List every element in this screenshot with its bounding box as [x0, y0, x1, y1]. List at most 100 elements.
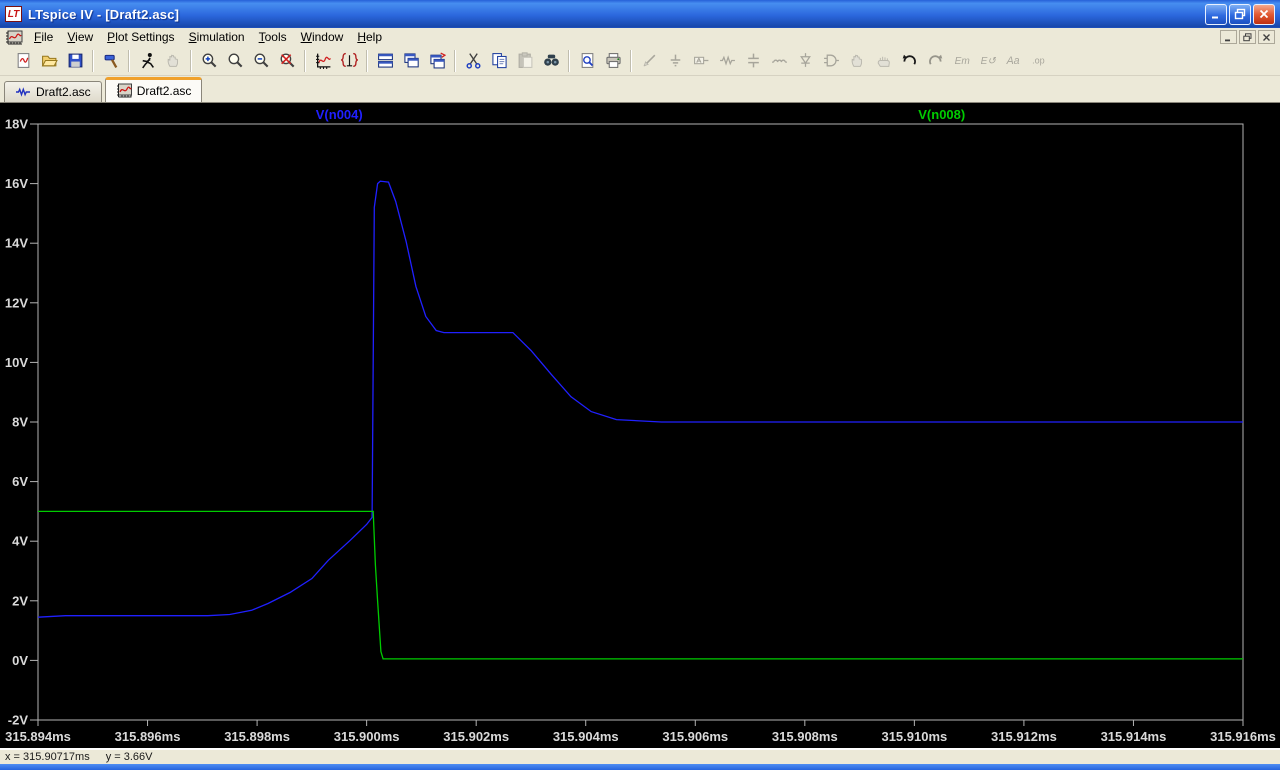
zoom-out-button[interactable]: [248, 49, 274, 73]
zoom-extents-icon: [279, 52, 296, 69]
control-panel-button[interactable]: [98, 49, 124, 73]
title-bar: LT LTspice IV - [Draft2.asc]: [0, 0, 1280, 28]
x-axis-tick-label: 315.898ms: [224, 729, 290, 744]
y-axis-tick-label: -2V: [8, 713, 29, 728]
toolbar-separator: [128, 50, 130, 72]
paste-button: [512, 49, 538, 73]
menu-plot-settings[interactable]: Plot Settings: [100, 29, 181, 46]
spice-directive-button: .op: [1026, 49, 1052, 73]
y-axis-tick-label: 10V: [5, 355, 28, 370]
cascade-windows-icon: [403, 52, 420, 69]
component-button: [818, 49, 844, 73]
x-axis-tick-label: 315.908ms: [772, 729, 838, 744]
cascade-windows-button[interactable]: [398, 49, 424, 73]
control-panel-icon: [103, 52, 120, 69]
tab-waveform-draft2-asc[interactable]: Draft2.asc: [105, 77, 203, 102]
y-axis-tick-label: 0V: [12, 653, 28, 668]
print-icon: [605, 52, 622, 69]
zoom-extents-button[interactable]: [274, 49, 300, 73]
x-axis-tick-label: 315.906ms: [662, 729, 728, 744]
open-button[interactable]: [36, 49, 62, 73]
trace-label-vn004[interactable]: V(n004): [316, 107, 363, 122]
print-preview-button[interactable]: [574, 49, 600, 73]
schematic-icon: [15, 84, 31, 100]
trace-label-vn008[interactable]: V(n008): [918, 107, 965, 122]
x-axis-tick-label: 315.900ms: [334, 729, 400, 744]
wire-button: [636, 49, 662, 73]
x-axis-tick-label: 315.916ms: [1210, 729, 1276, 744]
find-icon: [543, 52, 560, 69]
menu-window[interactable]: Window: [294, 29, 351, 46]
toolbar-separator: [304, 50, 306, 72]
tile-vertical-button[interactable]: [424, 49, 450, 73]
taskbar-strip: [0, 764, 1280, 770]
tab-label: Draft2.asc: [137, 84, 192, 98]
waveform-pane[interactable]: 18V16V14V12V10V8V6V4V2V0V-2V315.894ms315…: [0, 103, 1280, 748]
menu-tools[interactable]: Tools: [252, 29, 294, 46]
waveform-plot[interactable]: 18V16V14V12V10V8V6V4V2V0V-2V315.894ms315…: [0, 103, 1280, 748]
inductor-icon: [771, 52, 788, 69]
new-schematic-icon: [15, 52, 32, 69]
tile-horizontal-icon: [377, 52, 394, 69]
menu-help[interactable]: Help: [350, 29, 389, 46]
print-preview-icon: [579, 52, 596, 69]
x-axis-tick-label: 315.914ms: [1101, 729, 1167, 744]
cut-button[interactable]: [460, 49, 486, 73]
run-button[interactable]: [134, 49, 160, 73]
mdi-restore-button[interactable]: [1239, 30, 1256, 44]
save-button[interactable]: [62, 49, 88, 73]
toolbar-separator: [454, 50, 456, 72]
menu-view[interactable]: View: [60, 29, 100, 46]
tile-horizontal-button[interactable]: [372, 49, 398, 73]
tile-vertical-icon: [429, 52, 446, 69]
menu-simulation[interactable]: Simulation: [182, 29, 252, 46]
print-button[interactable]: [600, 49, 626, 73]
undo-icon: [901, 52, 918, 69]
copy-button[interactable]: [486, 49, 512, 73]
trace-vn004[interactable]: [38, 181, 1243, 617]
capacitor-icon: [745, 52, 762, 69]
toolbar-separator: [568, 50, 570, 72]
y-axis-tick-label: 14V: [5, 236, 28, 251]
drag-button: [870, 49, 896, 73]
mdi-minimize-button[interactable]: [1220, 30, 1237, 44]
cut-icon: [465, 52, 482, 69]
minimize-button[interactable]: [1205, 4, 1227, 25]
undo-button[interactable]: [896, 49, 922, 73]
autorange-y-button[interactable]: [310, 49, 336, 73]
open-icon: [41, 52, 58, 69]
diode-icon: [797, 52, 814, 69]
waveform-icon: [116, 83, 132, 99]
plot-settings-button[interactable]: [336, 49, 362, 73]
tab-schematic-draft2-asc[interactable]: Draft2.asc: [4, 81, 102, 102]
menu-bar: FileViewPlot SettingsSimulationToolsWind…: [0, 28, 1280, 46]
zoom-in-button[interactable]: [196, 49, 222, 73]
tab-bar: Draft2.asc Draft2.asc: [0, 76, 1280, 103]
cursor-x-readout: x = 315.90717ms: [5, 751, 90, 763]
new-schematic-button[interactable]: [10, 49, 36, 73]
waveform-document-icon: [5, 30, 23, 45]
zoom-back-button[interactable]: [222, 49, 248, 73]
zoom-in-icon: [201, 52, 218, 69]
paste-icon: [517, 52, 534, 69]
menu-file[interactable]: File: [27, 29, 60, 46]
restore-icon: [1234, 8, 1246, 20]
resistor-button: [714, 49, 740, 73]
y-axis-tick-label: 8V: [12, 415, 28, 430]
tab-label: Draft2.asc: [36, 85, 91, 99]
x-axis-tick-label: 315.896ms: [115, 729, 181, 744]
mdi-close-button[interactable]: [1258, 30, 1275, 44]
run-icon: [139, 52, 156, 69]
find-button[interactable]: [538, 49, 564, 73]
trace-vn008[interactable]: [38, 511, 1243, 659]
autorange-y-icon: [315, 52, 332, 69]
save-icon: [67, 52, 84, 69]
net-label-button: [688, 49, 714, 73]
move-icon: [849, 52, 866, 69]
mirror-button: Em: [948, 49, 974, 73]
menu-items: FileViewPlot SettingsSimulationToolsWind…: [27, 29, 1220, 46]
halt-button: [160, 49, 186, 73]
restore-button[interactable]: [1229, 4, 1251, 25]
close-button[interactable]: [1253, 4, 1275, 25]
toolbar-separator: [366, 50, 368, 72]
